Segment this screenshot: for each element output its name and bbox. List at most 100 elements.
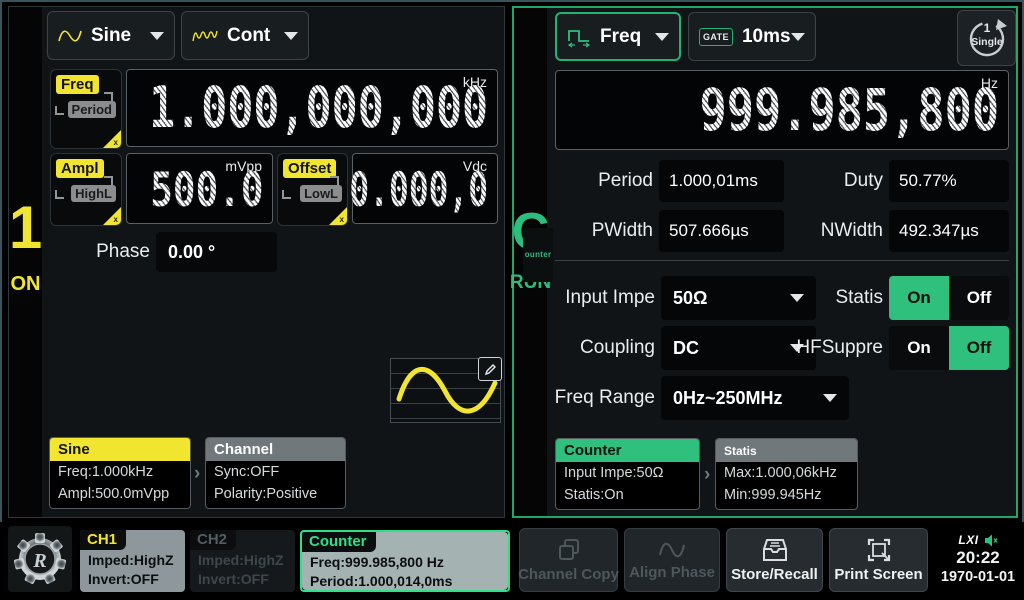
- ampl-display[interactable]: mVpp 500.0: [126, 153, 273, 224]
- counter-tab-freq: Freq:999.985,800 Hz: [310, 553, 502, 572]
- wave-icon: [657, 539, 687, 561]
- frame-icon: [866, 537, 892, 563]
- statis-label: Statis: [757, 276, 883, 320]
- statis-info-card[interactable]: Statis Max:1.000,06kHz Min:999.945Hz: [715, 438, 858, 510]
- period-label: Period: [547, 160, 653, 202]
- tab-ch1[interactable]: Imped:HighZ Invert:OFF CH1: [80, 530, 185, 592]
- ch2-impedance: Imped:HighZ: [198, 551, 289, 570]
- freq-value: 1.000,000,000: [149, 75, 488, 141]
- sine-card-freq: Freq:1.000kHz: [50, 461, 190, 483]
- nwidth-value-box: 492.347µs: [889, 210, 1009, 252]
- system-menu-button[interactable]: R: [8, 526, 72, 592]
- copy-icon: [556, 537, 582, 563]
- channel1-sidebar: 1 ON: [9, 7, 42, 517]
- offset-param-button[interactable]: Offset LowL x: [277, 153, 348, 226]
- freq-range-value: 0Hz~250MHz: [673, 388, 783, 409]
- gate-time-label: 10ms: [742, 26, 791, 48]
- channel-card-polarity: Polarity:Positive: [206, 483, 345, 505]
- chevron-down-icon: [823, 394, 837, 402]
- align-phase-label: Align Phase: [629, 564, 715, 581]
- period-alt-label: Period: [68, 101, 116, 118]
- sine-card-ampl: Ampl:500.0mVpp: [50, 483, 190, 505]
- ch1-impedance: Imped:HighZ: [88, 551, 179, 570]
- waveform-select[interactable]: Sine: [47, 11, 175, 60]
- corner-bracket-icon: [104, 176, 113, 185]
- counter-info-card[interactable]: Counter Input Impe:50Ω Statis:On: [555, 438, 700, 510]
- statis-card-title: Statis: [716, 439, 857, 462]
- highlevel-alt-label: HighL: [71, 185, 116, 202]
- bottom-bar: R Imped:HighZ Invert:OFF CH1 Imped:HighZ…: [0, 522, 1024, 600]
- instrument-screen: 1 ON Sine Cont Freq Period: [0, 0, 1024, 600]
- pulse-icon: [567, 26, 591, 48]
- counter-logo: C ounter: [512, 206, 550, 258]
- tab-counter-title: Counter: [302, 532, 376, 552]
- statis-toggle: On Off: [889, 276, 1009, 320]
- svg-text:R: R: [32, 550, 46, 572]
- freq-param-button[interactable]: Freq Period x: [50, 69, 122, 149]
- channel-number: 1: [9, 199, 42, 257]
- freq-display[interactable]: kHz 1.000,000,000: [126, 69, 498, 147]
- sine-wave-icon: [58, 28, 82, 44]
- tab-counter[interactable]: Freq:999.985,800 Hz Period:1.000,014,0ms…: [300, 530, 510, 592]
- phase-field[interactable]: 0.00 °: [156, 232, 277, 272]
- offset-display[interactable]: Vdc 0.000,0: [352, 153, 498, 224]
- store-recall-button[interactable]: Store/Recall: [726, 528, 823, 592]
- single-count: 1: [983, 21, 990, 35]
- nwidth-value: 492.347µs: [899, 221, 979, 241]
- duty-label: Duty: [757, 160, 883, 202]
- hfsuppre-off-option[interactable]: Off: [949, 326, 1009, 370]
- ampl-param-button[interactable]: Ampl HighL x: [50, 153, 122, 226]
- input-impedance-value: 50Ω: [673, 288, 707, 309]
- edit-waveform-button[interactable]: [478, 357, 502, 381]
- align-phase-button[interactable]: Align Phase: [624, 528, 720, 592]
- statis-off-option[interactable]: Off: [949, 276, 1009, 320]
- statis-on-option[interactable]: On: [889, 276, 949, 320]
- sine-info-card[interactable]: Sine Freq:1.000kHz Ampl:500.0mVpp: [49, 437, 191, 509]
- waveform-preview[interactable]: [390, 358, 501, 423]
- clock-date: 1970-01-01: [941, 569, 1015, 585]
- freq-param-label: Freq: [56, 75, 99, 94]
- continuous-wave-icon: [192, 28, 218, 44]
- single-label: Single: [971, 36, 1003, 48]
- channel1-panel: 1 ON Sine Cont Freq Period: [8, 6, 505, 518]
- speaker-icon: [984, 534, 998, 547]
- print-screen-button[interactable]: Print Screen: [829, 528, 928, 592]
- counter-display-value: 999.985,800: [699, 76, 999, 144]
- hfsuppre-on-option[interactable]: On: [889, 326, 949, 370]
- channel-copy-button[interactable]: Channel Copy: [519, 528, 618, 592]
- store-recall-label: Store/Recall: [731, 566, 818, 583]
- counter-card-title: Counter: [556, 439, 699, 462]
- tab-ch2[interactable]: Imped:HighZ Invert:OFF CH2: [190, 530, 295, 592]
- card-separator-chevron: ›: [194, 463, 200, 485]
- channel-on-state: ON: [11, 273, 41, 296]
- freq-range-label: Freq Range: [547, 376, 655, 420]
- single-measure-button[interactable]: 1 Single: [957, 10, 1016, 66]
- statis-card-max: Max:1.000,06kHz: [716, 462, 857, 484]
- status-area: LXI 20:22 1970-01-01: [934, 526, 1022, 592]
- counter-card-statis: Statis:On: [556, 484, 699, 506]
- section-divider: [555, 260, 1009, 261]
- gate-time-select[interactable]: GATE 10ms: [688, 12, 816, 61]
- chevron-down-icon: [791, 33, 805, 41]
- sine-card-title: Sine: [50, 438, 190, 461]
- edit-triangle-icon: [329, 207, 347, 225]
- duty-value: 50.77%: [899, 171, 957, 191]
- freq-range-select[interactable]: 0Hz~250MHz: [661, 376, 849, 420]
- edit-triangle-mark: x: [340, 215, 344, 224]
- pwidth-value: 507.666µs: [669, 221, 749, 241]
- lxi-logo: LXI: [958, 533, 978, 547]
- measure-type-select[interactable]: Freq: [555, 12, 681, 61]
- counter-card-impedance: Input Impe:50Ω: [556, 462, 699, 484]
- edit-triangle-mark: x: [114, 138, 118, 147]
- corner-bracket-icon: [330, 176, 339, 185]
- waveform-select-label: Sine: [91, 25, 131, 47]
- mode-select-label: Cont: [227, 25, 270, 47]
- channel1-content: Sine Cont Freq Period x kHz: [42, 7, 504, 517]
- edit-triangle-icon: [103, 207, 121, 225]
- channel-info-card[interactable]: Channel Sync:OFF Polarity:Positive: [205, 437, 346, 509]
- ampl-param-label: Ampl: [56, 159, 104, 178]
- counter-panel: C ounter RUN Freq GATE 10ms: [512, 6, 1018, 518]
- card-separator-chevron: ›: [704, 464, 710, 486]
- mode-select[interactable]: Cont: [181, 11, 309, 60]
- offset-value: 0.000,0: [349, 163, 488, 218]
